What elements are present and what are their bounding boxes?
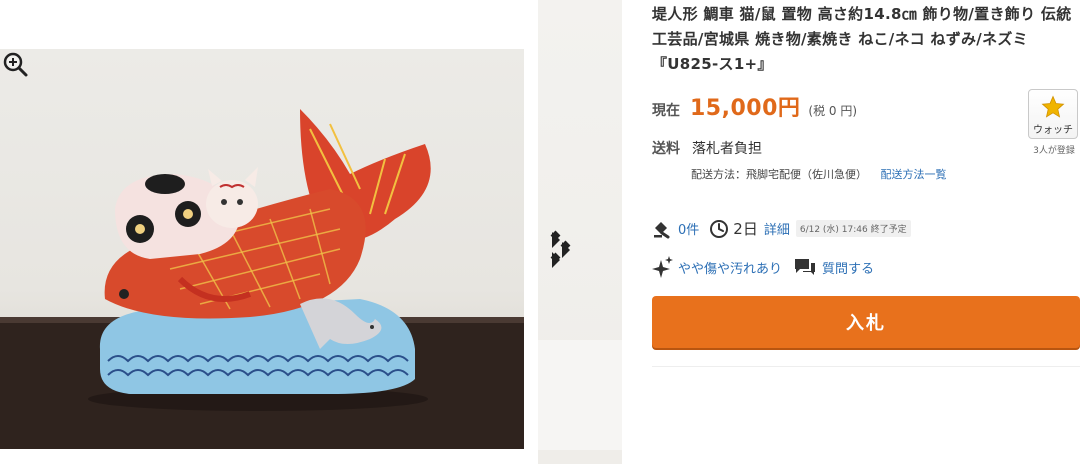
item-title: 堤人形 鯛車 猫/鼠 置物 高さ約14.8㎝ 飾り物/置き飾り 伝統工芸品/宮城…	[652, 5, 1072, 73]
condition-link[interactable]: やや傷や汚れあり	[678, 258, 782, 277]
image-gallery	[0, 0, 622, 464]
star-icon	[1041, 95, 1065, 118]
condition-question-row: やや傷や汚れあり 質問する	[652, 256, 874, 278]
price-label: 現在	[652, 103, 680, 119]
price-row: 現在 15,000円 (税 0 円)	[652, 90, 857, 122]
watch-count: 3人が登録	[1033, 146, 1075, 156]
sparkle-icon	[652, 256, 673, 278]
ask-question-link[interactable]: 質問する	[822, 258, 874, 277]
auction-meta-row: 0件 2日 詳細 6/12 (水) 17:46 終了予定	[652, 218, 911, 239]
divider	[652, 366, 1080, 367]
gavel-icon	[654, 221, 670, 238]
time-left: 2日	[733, 220, 758, 238]
shipping-row: 送料 落札者負担	[652, 138, 762, 158]
product-photo[interactable]	[0, 49, 524, 449]
shipping-method-text: 配送方法：飛脚宅配便（佐川急便）	[691, 168, 867, 181]
shipping-value: 落札者負担	[692, 141, 762, 157]
shipping-label: 送料	[652, 141, 680, 157]
end-date-badge: 6/12 (水) 17:46 終了予定	[795, 220, 911, 237]
next-image-shade	[538, 340, 622, 450]
watch-label: ウォッチ	[1033, 125, 1073, 136]
time-detail-link[interactable]: 詳細	[764, 219, 790, 238]
chat-icon	[795, 259, 816, 275]
watch-button[interactable]: ウォッチ	[1028, 89, 1078, 139]
shipping-method: 配送方法：飛脚宅配便（佐川急便） 配送方法一覧	[691, 166, 947, 182]
price-tax: (税 0 円)	[808, 104, 858, 118]
next-arrow-icon[interactable]	[548, 228, 582, 272]
bid-count-link[interactable]: 0件	[678, 219, 699, 238]
bid-button[interactable]: 入札	[652, 296, 1080, 348]
shipping-method-list-link[interactable]: 配送方法一覧	[881, 168, 947, 181]
zoom-in-icon[interactable]	[0, 49, 30, 79]
figurine-illustration	[0, 109, 524, 449]
item-info-panel: 堤人形 鯛車 猫/鼠 置物 高さ約14.8㎝ 飾り物/置き飾り 伝統工芸品/宮城…	[622, 0, 1088, 464]
price-value: 15,000円	[690, 96, 801, 121]
clock-icon	[710, 219, 729, 238]
